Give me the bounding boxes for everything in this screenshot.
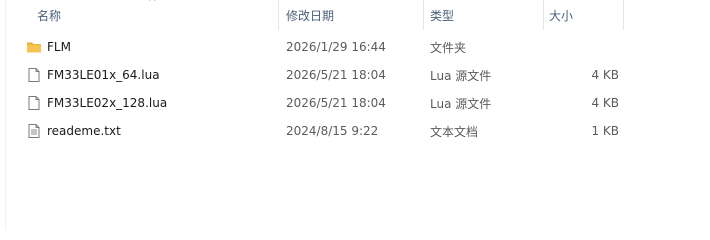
navigation-pane-edge[interactable] [0,0,6,230]
file-name: FM33LE02x_128.lua [47,96,168,110]
column-header-size[interactable]: 大小 [544,0,624,30]
file-name: FLM [47,40,71,54]
column-header-type[interactable]: 类型 [424,0,544,30]
file-size: 4 KB [591,68,619,82]
file-name: FM33LE01x_64.lua [47,68,160,82]
file-type: 文本文档 [430,124,479,139]
file-size: 4 KB [591,96,619,110]
file-modified: 2026/5/21 18:04 [286,96,386,110]
file-name-cell: FLM [20,39,279,55]
file-row-flm[interactable]: FLM 2026/1/29 16:44 文件夹 [20,33,640,61]
file-list: FLM 2026/1/29 16:44 文件夹 FM33LE01x_64.lua… [20,33,640,145]
file-size: 1 KB [591,124,619,138]
column-header-type-label: 类型 [430,9,455,23]
lua-file-icon [26,95,42,111]
file-type: 文件夹 [430,40,467,55]
column-header-bar: ^ 名称 修改日期 类型 大小 [20,0,624,30]
file-modified: 2026/5/21 18:04 [286,68,386,82]
text-file-icon [26,123,42,139]
column-header-name[interactable]: ^ 名称 [20,0,279,30]
file-modified: 2024/8/15 9:22 [286,124,379,138]
file-row-reademe[interactable]: reademe.txt 2024/8/15 9:22 文本文档 1 KB [20,117,640,145]
sort-ascending-icon: ^ [148,0,157,8]
file-row-fm33le01x[interactable]: FM33LE01x_64.lua 2026/5/21 18:04 Lua 源文件… [20,61,640,89]
folder-icon [26,39,42,55]
file-row-fm33le02x[interactable]: FM33LE02x_128.lua 2026/5/21 18:04 Lua 源文… [20,89,640,117]
file-name-cell: FM33LE01x_64.lua [20,67,279,83]
file-name-cell: reademe.txt [20,123,279,139]
lua-file-icon [26,67,42,83]
file-type: Lua 源文件 [430,96,492,111]
file-name-cell: FM33LE02x_128.lua [20,95,279,111]
file-modified: 2026/1/29 16:44 [286,40,386,54]
column-header-modified[interactable]: 修改日期 [279,0,424,30]
column-header-size-label: 大小 [549,9,574,23]
file-list-pane: ^ 名称 修改日期 类型 大小 FLM 2026/1/29 16:44 文件夹 … [0,0,710,230]
column-header-name-label: 名称 [37,9,62,23]
file-type: Lua 源文件 [430,68,492,83]
file-name: reademe.txt [47,124,121,138]
column-header-modified-label: 修改日期 [286,9,335,23]
